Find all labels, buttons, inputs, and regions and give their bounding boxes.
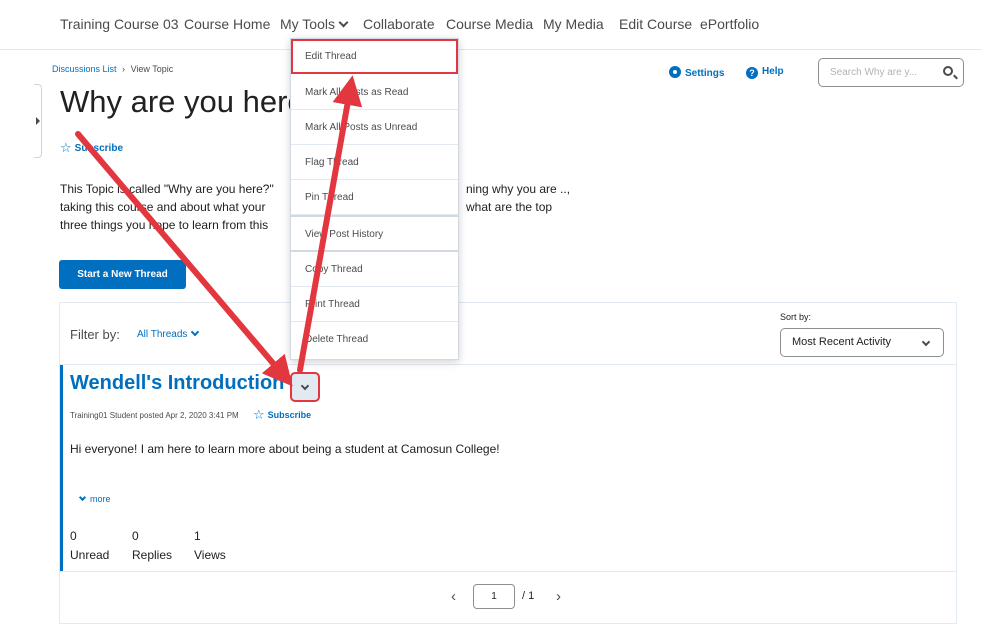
nav-my-tools-label: My Tools — [280, 16, 335, 32]
menu-item-copy-thread[interactable]: Copy Thread — [291, 252, 458, 287]
help-icon: ? — [746, 67, 758, 79]
chevron-down-icon — [300, 381, 310, 391]
nav-eportfolio[interactable]: ePortfolio — [700, 16, 759, 32]
gear-icon — [669, 66, 681, 78]
sort-value: Most Recent Activity — [792, 336, 892, 348]
page-number-input[interactable]: 1 — [473, 584, 515, 609]
topic-description: This Topic is called "Why are you here?"… — [60, 182, 274, 232]
page-title: Why are you here? — [60, 84, 322, 119]
thread-unread-indicator — [60, 365, 63, 571]
thread-title-link[interactable]: Wendell's Introduction — [70, 372, 284, 395]
breadcrumb: Discussions List › View Topic — [52, 64, 173, 74]
previous-page-button[interactable]: ‹ — [451, 588, 456, 605]
subscribe-label: Subscribe — [74, 143, 124, 154]
menu-item-mark-read[interactable]: Mark All Posts as Read — [291, 75, 458, 110]
stat-value: 0 — [132, 529, 139, 543]
sort-select[interactable]: Most Recent Activity — [780, 328, 944, 357]
breadcrumb-discussions-list[interactable]: Discussions List — [52, 64, 117, 74]
menu-item-view-post-history[interactable]: View Post History — [291, 217, 458, 252]
thread-actions-menu: Edit Thread Mark All Posts as Read Mark … — [290, 38, 459, 360]
menu-item-flag-thread[interactable]: Flag Thread — [291, 145, 458, 180]
nav-collaborate[interactable]: Collaborate — [363, 16, 435, 32]
filter-label: Filter by: — [70, 327, 120, 342]
menu-item-delete-thread[interactable]: Delete Thread — [291, 322, 458, 357]
next-page-button[interactable]: › — [556, 588, 561, 605]
search-icon[interactable] — [943, 66, 953, 76]
nav-edit-course[interactable]: Edit Course — [619, 16, 692, 32]
sort-label: Sort by: — [780, 312, 812, 322]
menu-item-mark-unread[interactable]: Mark All Posts as Unread — [291, 110, 458, 145]
start-new-thread-button[interactable]: Start a New Thread — [59, 260, 186, 289]
thread-meta: Training01 Student posted Apr 2, 2020 3:… — [70, 407, 311, 423]
topic-description-continued: ning why you are .., what are the top — [466, 182, 571, 214]
stat-label: Unread — [70, 548, 110, 562]
menu-item-edit-thread[interactable]: Edit Thread — [291, 39, 458, 74]
more-label: more — [90, 494, 111, 504]
menu-item-print-thread[interactable]: Print Thread — [291, 287, 458, 322]
chevron-down-icon — [191, 327, 200, 337]
stat-value: 1 — [194, 529, 201, 543]
nav-my-media[interactable]: My Media — [543, 16, 604, 32]
thread-subscribe-link[interactable]: ☆ Subscribe — [252, 407, 312, 422]
filter-value: All Threads — [137, 329, 188, 340]
breadcrumb-separator: › — [122, 64, 126, 74]
stat-value: 0 — [70, 529, 77, 543]
nav-course-home[interactable]: Course Home — [184, 16, 270, 32]
sidebar-toggle[interactable] — [34, 84, 42, 158]
help-label: Help — [762, 66, 784, 77]
more-link[interactable]: more — [78, 493, 111, 504]
thread-body: Hi everyone! I am here to learn more abo… — [70, 442, 500, 456]
page-total: / 1 — [522, 590, 535, 602]
chevron-down-icon — [78, 493, 87, 502]
nav-course-media[interactable]: Course Media — [446, 16, 533, 32]
star-icon: ☆ — [252, 407, 265, 422]
search-box — [818, 58, 964, 87]
stat-unread: 0 Unread — [70, 527, 109, 565]
stat-replies: 0 Replies — [132, 527, 172, 565]
breadcrumb-current: View Topic — [130, 64, 174, 74]
caret-right-icon — [36, 117, 40, 125]
stat-label: Replies — [132, 548, 173, 562]
star-icon: ☆ — [60, 140, 72, 155]
stat-views: 1 Views — [194, 527, 226, 565]
menu-item-pin-thread[interactable]: Pin Thread — [291, 180, 458, 215]
chevron-down-icon — [338, 17, 349, 28]
divider — [60, 364, 956, 365]
subscribe-label: Subscribe — [267, 410, 312, 420]
thread-actions-button[interactable] — [290, 372, 320, 402]
thread-author-date: Training01 Student posted Apr 2, 2020 3:… — [70, 411, 239, 420]
help-link[interactable]: ? Help — [746, 66, 784, 79]
settings-link[interactable]: Settings — [669, 66, 724, 79]
stat-label: Views — [194, 548, 226, 562]
nav-my-tools[interactable]: My Tools — [280, 16, 349, 32]
search-input[interactable] — [828, 66, 938, 79]
chevron-down-icon — [921, 337, 931, 347]
nav-course-name[interactable]: Training Course 03 — [60, 16, 179, 32]
topic-subscribe-link[interactable]: ☆ Subscribe — [60, 140, 123, 156]
filter-dropdown[interactable]: All Threads — [137, 327, 200, 340]
course-navbar: Training Course 03 Course Home My Tools … — [0, 0, 982, 50]
divider — [60, 571, 956, 572]
settings-label: Settings — [685, 68, 725, 79]
